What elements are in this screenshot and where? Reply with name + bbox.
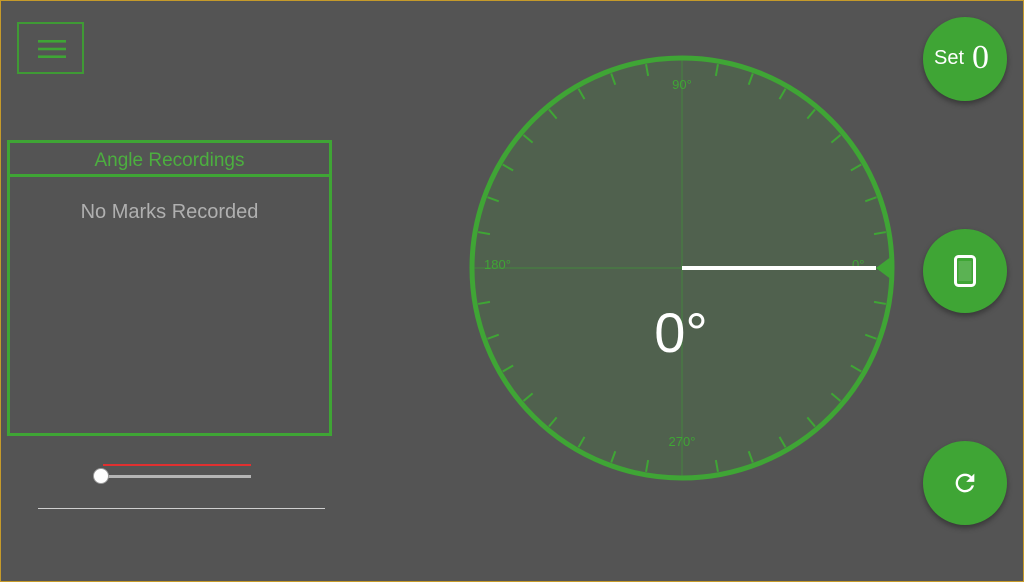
slider-thumb[interactable]	[93, 468, 109, 484]
angle-recordings-panel: Angle Recordings No Marks Recorded	[7, 140, 332, 436]
refresh-icon	[955, 473, 975, 493]
label-90: 90°	[672, 77, 692, 92]
divider-line	[38, 508, 325, 509]
label-270: 270°	[669, 434, 696, 449]
set-zero-label: Set	[934, 47, 965, 69]
angle-slider[interactable]	[93, 462, 253, 486]
device-orientation-button[interactable]	[923, 229, 1007, 313]
label-180: 180°	[484, 257, 511, 272]
refresh-button[interactable]	[923, 441, 1007, 525]
empty-recordings-message: No Marks Recorded	[80, 201, 259, 223]
panel-title: Angle Recordings	[10, 143, 329, 177]
slider-red-line	[103, 464, 251, 466]
zero-glyph: 0	[972, 39, 989, 76]
slider-track[interactable]	[103, 475, 251, 478]
hamburger-menu-icon	[38, 40, 66, 58]
angle-readout: 0°	[654, 301, 708, 364]
set-zero-button[interactable]: Set 0	[923, 17, 1007, 101]
protractor-dial: 90° 180° 0° 270°	[469, 55, 895, 481]
menu-button[interactable]	[17, 22, 84, 74]
phone-icon	[954, 255, 976, 287]
